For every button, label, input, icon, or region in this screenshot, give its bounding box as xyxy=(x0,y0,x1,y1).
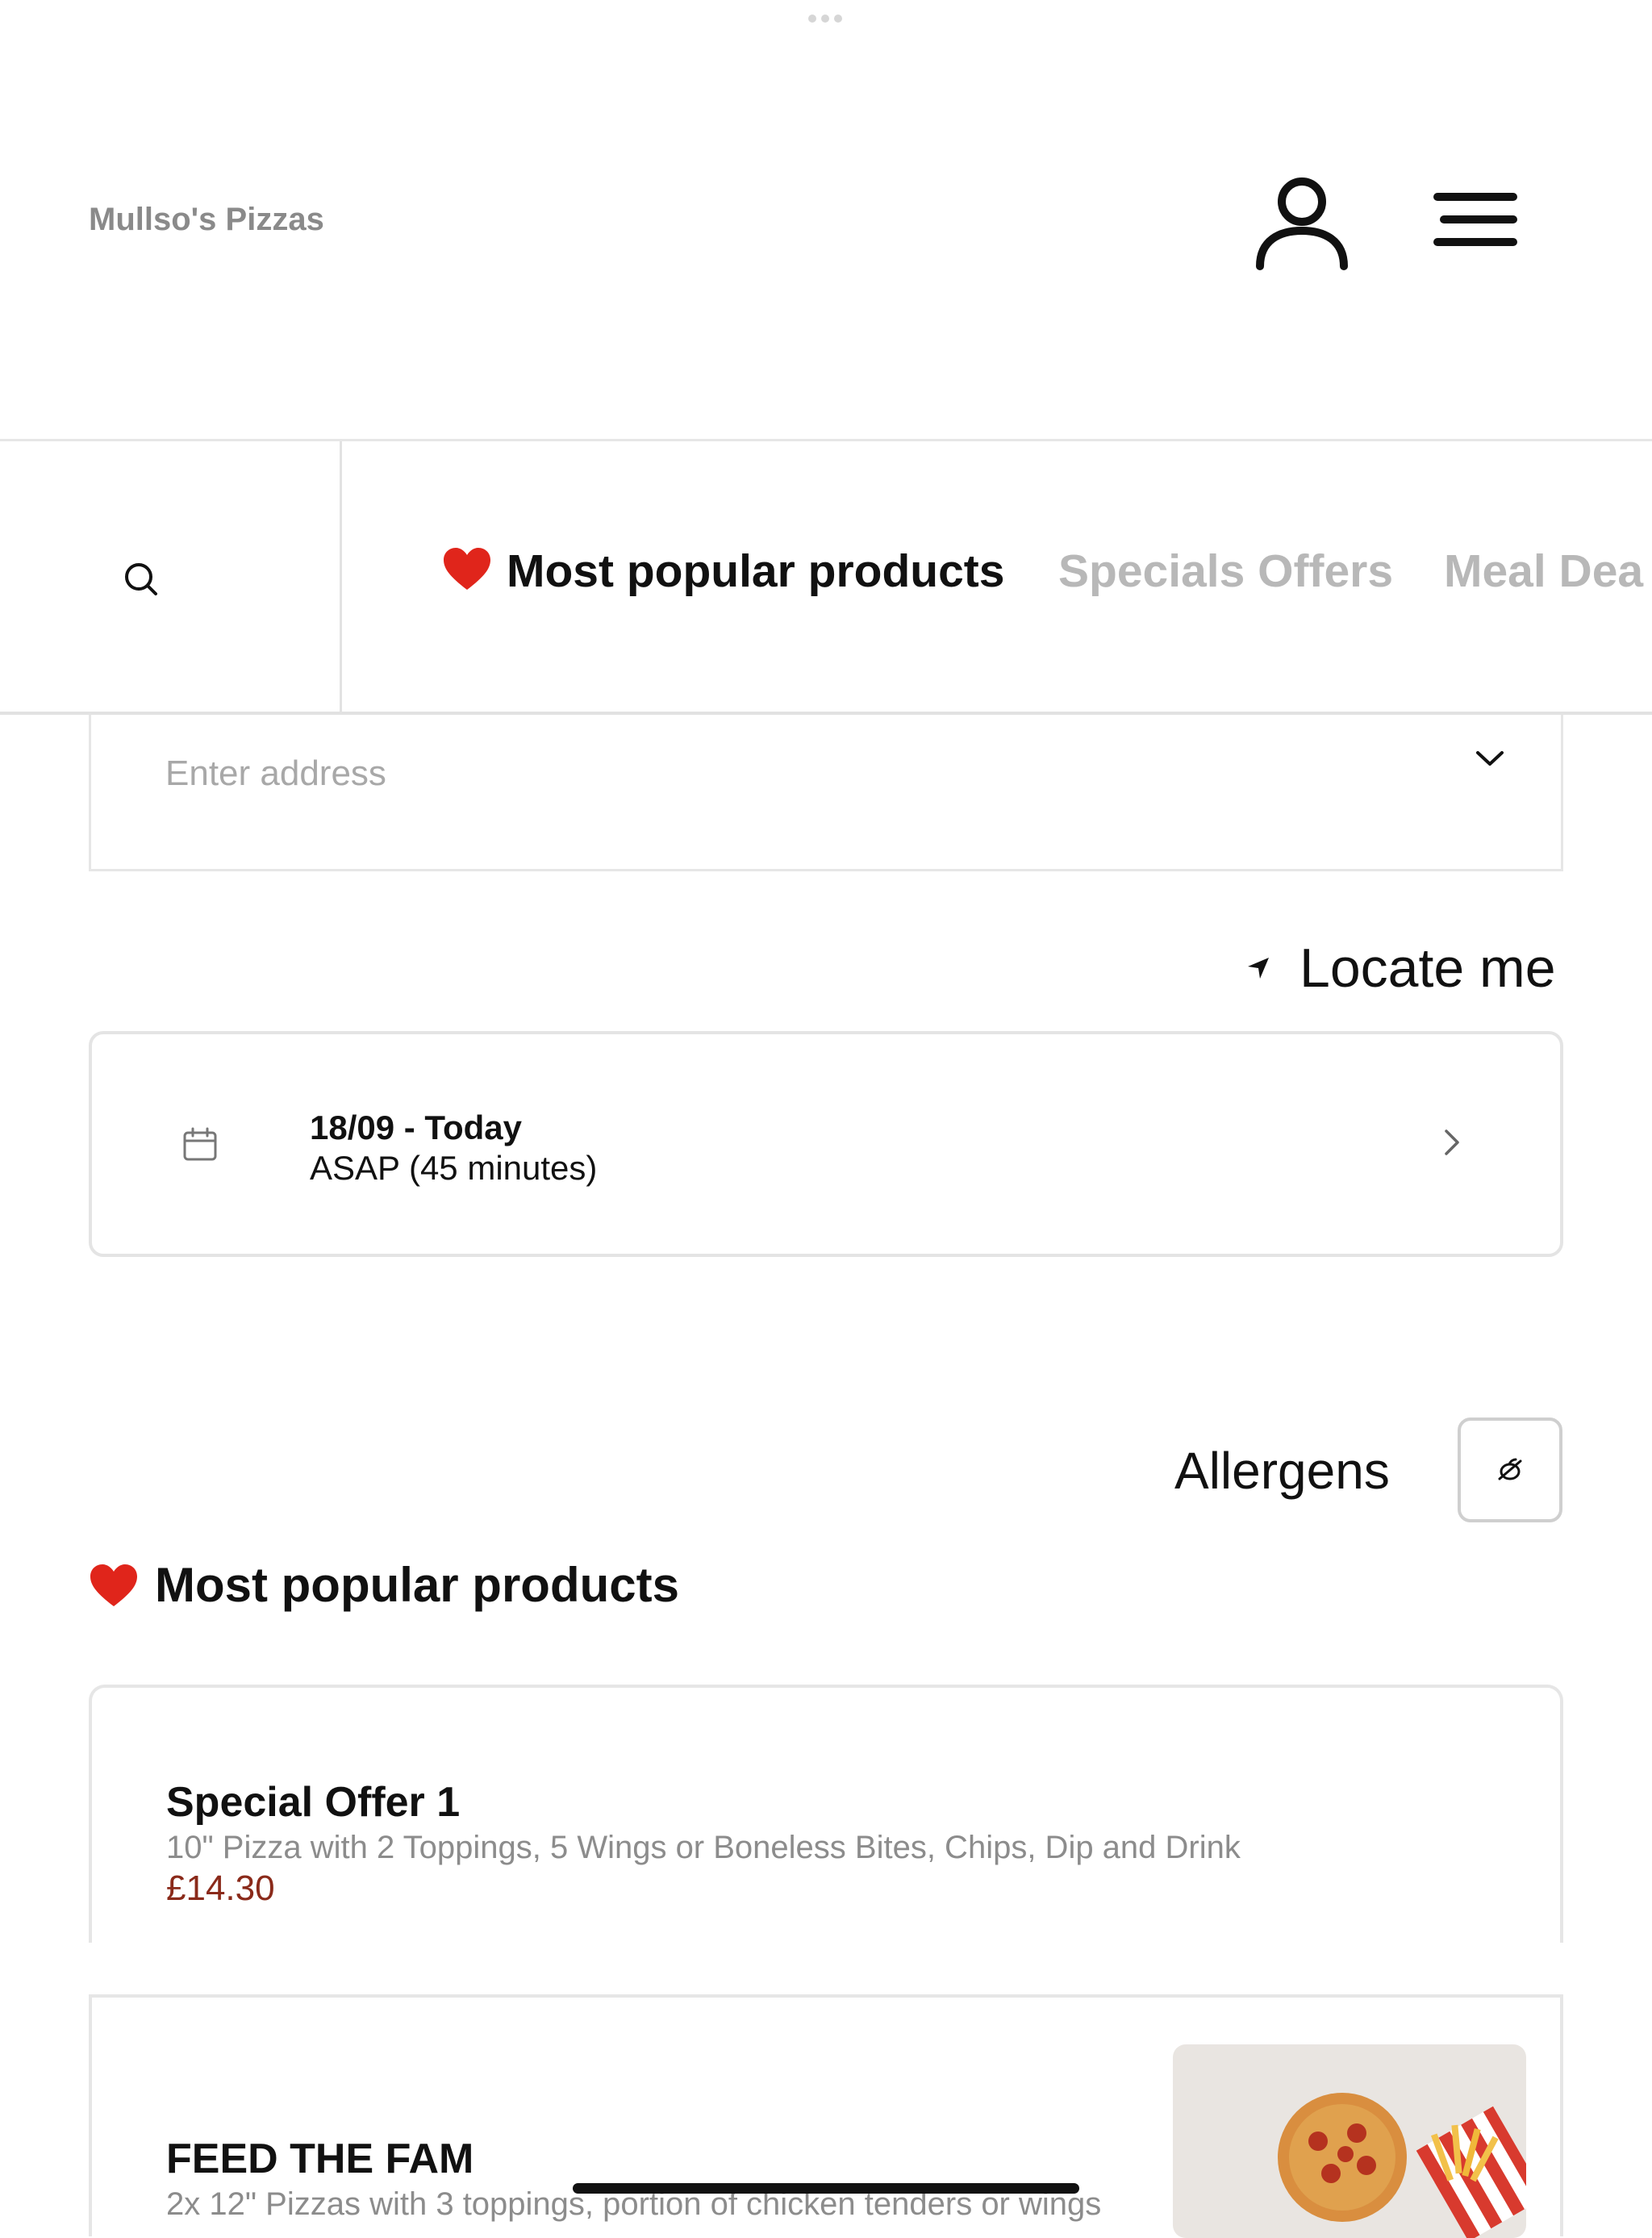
locate-me-button[interactable]: Locate me xyxy=(1246,936,1556,1000)
account-button[interactable] xyxy=(1249,169,1355,276)
product-name: Special Offer 1 xyxy=(166,1779,461,1826)
delivery-time-selector[interactable]: 18/09 - Today ASAP (45 minutes) xyxy=(89,1031,1563,1257)
menu-button[interactable] xyxy=(1428,179,1525,268)
allergens-label: Allergens xyxy=(1174,1442,1390,1500)
tab-specials-offers[interactable]: Specials Offers xyxy=(1058,545,1393,598)
section-title: Most popular products xyxy=(89,1557,679,1613)
tab-label: Most popular products xyxy=(507,545,1005,597)
delivery-date: 18/09 - Today xyxy=(310,1109,522,1146)
heart-icon xyxy=(444,548,490,590)
section-title-text: Most popular products xyxy=(155,1558,679,1612)
pizza-and-fries-image xyxy=(1173,2044,1526,2238)
brand-name[interactable]: Mullso's Pizzas xyxy=(89,202,324,238)
category-search-button[interactable] xyxy=(0,441,342,712)
allergens-filter-button[interactable] xyxy=(1458,1418,1562,1522)
address-placeholder: Enter address xyxy=(165,754,386,793)
delivery-time: ASAP (45 minutes) xyxy=(310,1149,598,1187)
product-name: FEED THE FAM xyxy=(166,2136,474,2182)
product-card[interactable]: Special Offer 1 10" Pizza with 2 Topping… xyxy=(89,1685,1563,1943)
sheet-grabber[interactable] xyxy=(808,15,844,23)
product-card[interactable]: FEED THE FAM 2x 12" Pizzas with 3 toppin… xyxy=(89,1994,1563,2238)
product-description: 10" Pizza with 2 Toppings, 5 Wings or Bo… xyxy=(166,1830,1241,1865)
user-icon xyxy=(1256,177,1348,270)
tab-most-popular[interactable]: Most popular products xyxy=(442,545,1004,598)
search-icon xyxy=(125,563,157,595)
tab-meal-deals[interactable]: Meal Dea xyxy=(1444,545,1643,598)
allergen-icon xyxy=(1498,1458,1522,1480)
locate-me-label: Locate me xyxy=(1299,937,1556,999)
product-price: £14.30 xyxy=(166,1868,275,1908)
location-arrow-icon xyxy=(1248,958,1269,979)
heart-icon xyxy=(90,1564,137,1606)
home-indicator[interactable] xyxy=(573,2183,1079,2194)
address-field[interactable]: Enter address xyxy=(89,715,1563,871)
category-bar: Most popular products Specials Offers Me… xyxy=(0,439,1652,715)
chevron-right-icon xyxy=(1445,1129,1459,1155)
product-image xyxy=(1173,2044,1526,2238)
calendar-icon xyxy=(183,1127,217,1161)
chevron-down-icon xyxy=(1476,751,1504,766)
hamburger-menu-icon xyxy=(1433,193,1517,246)
